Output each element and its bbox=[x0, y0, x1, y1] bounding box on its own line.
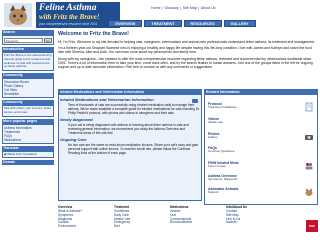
brand-subtitle: with Fritz the Brave! bbox=[39, 13, 100, 21]
donate-heading[interactable]: Donate bbox=[2, 160, 54, 166]
feature-panel: Inhaled Medications and Veterinarian Inf… bbox=[58, 89, 202, 201]
welcome-paragraph-1: Hi, I'm Fritz. Welcome to my site devote… bbox=[58, 39, 315, 44]
related-item-sub: Symptoms, Diagnosis bbox=[208, 177, 238, 182]
main-tabs: OVERVIEW TREATMENT RESOURCES GALLERY bbox=[108, 20, 256, 27]
related-item-protocol[interactable]: Protocol Treatment Guidelines bbox=[208, 102, 237, 110]
related-item-sub: Support bbox=[208, 190, 219, 195]
search-box: Keyword Go bbox=[2, 35, 54, 45]
inhaler-icon bbox=[192, 99, 198, 103]
related-item-fihm[interactable]: FIHM Inhaled Meds Forum Group bbox=[208, 161, 239, 169]
related-heading: Related Information bbox=[205, 90, 317, 95]
tab-resources[interactable]: RESOURCES bbox=[183, 20, 222, 27]
top-nav: Home| Glossary| Site Map| About Us bbox=[151, 6, 216, 10]
community2-text: Talk with others, join a forum, share st… bbox=[2, 105, 54, 117]
brand-tagline: your comprehensive resource since 2001 bbox=[39, 22, 98, 26]
sidebar-link-medications[interactable]: Medications bbox=[4, 138, 52, 142]
footer-link[interactable]: Diet bbox=[114, 224, 166, 229]
camera-icon bbox=[305, 135, 313, 140]
feature-paragraph-2: If your cat is newly diagnosed with asth… bbox=[68, 123, 189, 135]
footer-col-medications: Medications Inhaled Oral Corticosteroids… bbox=[170, 205, 222, 240]
feature-subtitle-2: Newly diagnosed bbox=[60, 117, 93, 122]
feature-heading: Inhaled Medications and Veterinarian Inf… bbox=[59, 90, 201, 95]
related-panel: Related Information Protocol Treatment G… bbox=[204, 89, 318, 205]
related-item-sub: Forum Group bbox=[208, 164, 226, 169]
related-item-sub: Treatment Guidelines bbox=[208, 105, 237, 110]
popular-links: Asthma Information Treatments FAQs Medic… bbox=[2, 123, 54, 144]
tab-overview[interactable]: OVERVIEW bbox=[108, 20, 143, 27]
related-item-sub: Common Questions bbox=[208, 149, 235, 154]
welcome-paragraph-3: Along with my caregivers, I am pleased t… bbox=[58, 56, 313, 70]
intro-text: Fritz the Brave is the award-winning Int… bbox=[2, 52, 54, 71]
tab-gallery[interactable]: GALLERY bbox=[223, 20, 256, 27]
footer-col-treatment: Treatment Guidelines Daily Care Inhaler … bbox=[114, 205, 166, 240]
related-item-photos[interactable]: Photos Gallery bbox=[208, 132, 220, 140]
community-links: Discussion Board Photo Gallery Cat Sites… bbox=[2, 78, 54, 98]
footer-link[interactable]: Bronchodilators bbox=[170, 221, 222, 225]
related-item-faqs[interactable]: FAQs Common Questions bbox=[208, 146, 235, 154]
related-item-sub: Inhaler use bbox=[208, 120, 223, 125]
footer-col-info: Info/About Us Contact Site Map Link to U… bbox=[226, 205, 278, 240]
feature-paragraph-1: Tens of thousands of cats are successful… bbox=[68, 103, 200, 115]
footer-link[interactable]: Awards bbox=[226, 221, 278, 225]
related-item-sub: Gallery bbox=[208, 135, 218, 140]
group-icon bbox=[305, 163, 313, 170]
topnav-glossary[interactable]: Glossary bbox=[165, 6, 179, 10]
related-item-animals[interactable]: Asthmatic Animals Support bbox=[208, 187, 238, 195]
search-button[interactable]: Go bbox=[44, 38, 52, 43]
topnav-home[interactable]: Home bbox=[151, 6, 161, 10]
footer-col-overview: Overview What is Asthma? Symptoms Diagno… bbox=[58, 205, 110, 240]
site-header: Feline Asthma with Fritz the Brave! your… bbox=[0, 0, 320, 30]
footer-link[interactable]: Environment bbox=[58, 224, 110, 229]
feature-subtitle-1: Inhaled Medications and Veterinarian Inf… bbox=[60, 97, 154, 102]
topnav-sitemap[interactable]: Site Map bbox=[183, 6, 197, 10]
page-title: Welcome to Fritz the Brave! bbox=[58, 31, 129, 37]
search-input[interactable]: Keyword bbox=[4, 38, 43, 43]
welcome-paragraph-2: I'm a thirteen-year-old Seapoint Siamese… bbox=[58, 46, 312, 55]
sidebar-link-newsletter[interactable]: Newsletter bbox=[4, 92, 52, 96]
cat-icon bbox=[305, 188, 313, 196]
translate-box: ◉ Babel Fish Translation bbox=[2, 150, 54, 159]
related-item-videos[interactable]: Videos Inhaler use bbox=[208, 117, 223, 125]
welcome-section: Welcome to Fritz the Brave! Hi, I'm Frit… bbox=[58, 30, 316, 88]
document-icon bbox=[305, 102, 313, 112]
feature-subtitle-3: Ongoing Care bbox=[60, 137, 87, 142]
tab-treatment[interactable]: TREATMENT bbox=[144, 20, 182, 27]
related-item-overview[interactable]: Asthma Overview Symptoms, Diagnosis bbox=[208, 174, 237, 182]
footer: Overview What is Asthma? Symptoms Diagno… bbox=[58, 205, 318, 240]
feature-paragraph-3: No two cats are the same so read about m… bbox=[68, 143, 199, 155]
topnav-about[interactable]: About Us bbox=[201, 6, 216, 10]
pdf-reader-icon[interactable]: PDF bbox=[306, 220, 318, 232]
cat-logo-icon bbox=[4, 3, 32, 27]
sidebar: Search Keyword Go Introduction Fritz the… bbox=[2, 30, 54, 238]
translate-option[interactable]: Babel Fish Translation bbox=[7, 152, 37, 156]
